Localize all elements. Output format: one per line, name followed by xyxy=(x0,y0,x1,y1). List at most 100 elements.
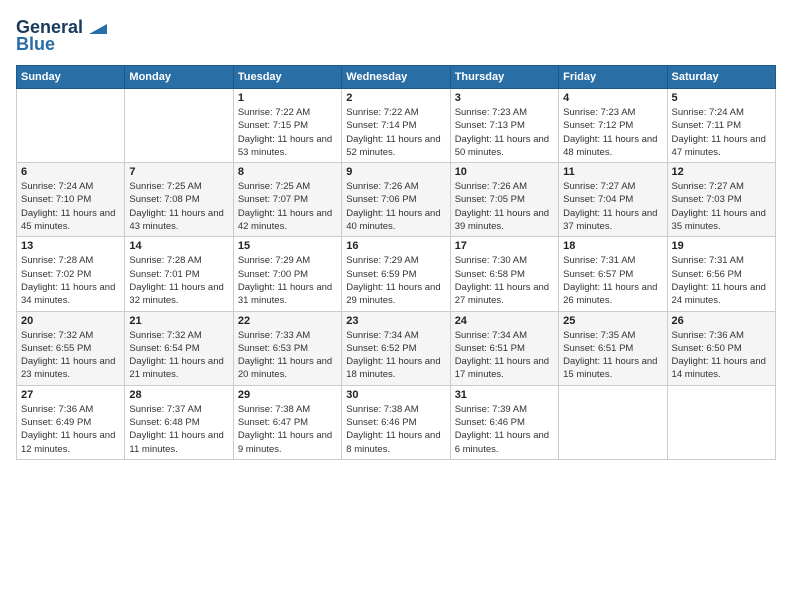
day-cell: 9Sunrise: 7:26 AM Sunset: 7:06 PM Daylig… xyxy=(342,163,450,237)
day-cell: 27 Sunrise: 7:36 AM Sunset: 6:49 PM Dayli… xyxy=(17,385,125,459)
day-number: 26 xyxy=(672,315,771,327)
day-number: 4 xyxy=(563,92,662,104)
day-cell: 17 Sunrise: 7:30 AM Sunset: 6:58 PM Dayli… xyxy=(450,237,558,311)
day-cell: 31Sunrise: 7:39 AM Sunset: 6:46 PM Dayli… xyxy=(450,385,558,459)
page: General Blue SundayMondayTuesdayWednesda… xyxy=(0,0,792,612)
day-cell xyxy=(17,89,125,163)
day-number: 1 xyxy=(238,92,337,104)
day-cell: 26 Sunrise: 7:36 AM Sunset: 6:50 PM Dayli… xyxy=(667,311,775,385)
day-info: Sunrise: 7:33 AM Sunset: 6:53 PM Dayligh… xyxy=(238,329,337,382)
day-cell: 7 Sunrise: 7:25 AM Sunset: 7:08 PM Daylig… xyxy=(125,163,233,237)
day-number: 5 xyxy=(672,92,771,104)
day-info: Sunrise: 7:30 AM Sunset: 6:58 PM Dayligh… xyxy=(455,254,554,307)
day-cell: 24 Sunrise: 7:34 AM Sunset: 6:51 PM Dayli… xyxy=(450,311,558,385)
day-info: Sunrise: 7:32 AM Sunset: 6:55 PM Dayligh… xyxy=(21,329,120,382)
day-number: 22 xyxy=(238,315,337,327)
day-cell: 19 Sunrise: 7:31 AM Sunset: 6:56 PM Dayli… xyxy=(667,237,775,311)
logo-icon xyxy=(85,16,107,38)
day-info: Sunrise: 7:34 AM Sunset: 6:52 PM Dayligh… xyxy=(346,329,445,382)
day-number: 24 xyxy=(455,315,554,327)
day-cell xyxy=(667,385,775,459)
day-info: Sunrise: 7:32 AM Sunset: 6:54 PM Dayligh… xyxy=(129,329,228,382)
day-number: 20 xyxy=(21,315,120,327)
day-info: Sunrise: 7:22 AM Sunset: 7:14 PM Dayligh… xyxy=(346,106,445,159)
day-number: 30 xyxy=(346,389,445,401)
day-number: 12 xyxy=(672,166,771,178)
day-cell xyxy=(125,89,233,163)
day-cell: 14Sunrise: 7:28 AM Sunset: 7:01 PM Dayli… xyxy=(125,237,233,311)
day-cell: 23Sunrise: 7:34 AM Sunset: 6:52 PM Dayli… xyxy=(342,311,450,385)
day-number: 15 xyxy=(238,240,337,252)
day-number: 11 xyxy=(563,166,662,178)
day-number: 10 xyxy=(455,166,554,178)
day-cell: 3 Sunrise: 7:23 AM Sunset: 7:13 PM Daylig… xyxy=(450,89,558,163)
day-info: Sunrise: 7:28 AM Sunset: 7:02 PM Dayligh… xyxy=(21,254,120,307)
day-number: 27 xyxy=(21,389,120,401)
day-info: Sunrise: 7:29 AM Sunset: 7:00 PM Dayligh… xyxy=(238,254,337,307)
day-cell: 16Sunrise: 7:29 AM Sunset: 6:59 PM Dayli… xyxy=(342,237,450,311)
day-info: Sunrise: 7:35 AM Sunset: 6:51 PM Dayligh… xyxy=(563,329,662,382)
day-cell: 29Sunrise: 7:38 AM Sunset: 6:47 PM Dayli… xyxy=(233,385,341,459)
day-header-saturday: Saturday xyxy=(667,66,775,89)
day-number: 2 xyxy=(346,92,445,104)
week-row-4: 20 Sunrise: 7:32 AM Sunset: 6:55 PM Dayli… xyxy=(17,311,776,385)
day-cell: 10 Sunrise: 7:26 AM Sunset: 7:05 PM Dayli… xyxy=(450,163,558,237)
day-cell: 18Sunrise: 7:31 AM Sunset: 6:57 PM Dayli… xyxy=(559,237,667,311)
week-row-2: 6 Sunrise: 7:24 AM Sunset: 7:10 PM Daylig… xyxy=(17,163,776,237)
day-cell: 5 Sunrise: 7:24 AM Sunset: 7:11 PM Daylig… xyxy=(667,89,775,163)
day-cell: 1 Sunrise: 7:22 AM Sunset: 7:15 PM Daylig… xyxy=(233,89,341,163)
day-header-thursday: Thursday xyxy=(450,66,558,89)
day-cell: 4 Sunrise: 7:23 AM Sunset: 7:12 PM Daylig… xyxy=(559,89,667,163)
week-row-3: 13 Sunrise: 7:28 AM Sunset: 7:02 PM Dayli… xyxy=(17,237,776,311)
day-cell xyxy=(559,385,667,459)
day-cell: 21Sunrise: 7:32 AM Sunset: 6:54 PM Dayli… xyxy=(125,311,233,385)
day-number: 13 xyxy=(21,240,120,252)
day-info: Sunrise: 7:34 AM Sunset: 6:51 PM Dayligh… xyxy=(455,329,554,382)
day-number: 14 xyxy=(129,240,228,252)
day-info: Sunrise: 7:25 AM Sunset: 7:08 PM Dayligh… xyxy=(129,180,228,233)
day-info: Sunrise: 7:23 AM Sunset: 7:13 PM Dayligh… xyxy=(455,106,554,159)
day-number: 3 xyxy=(455,92,554,104)
day-cell: 30 Sunrise: 7:38 AM Sunset: 6:46 PM Dayli… xyxy=(342,385,450,459)
day-header-tuesday: Tuesday xyxy=(233,66,341,89)
day-info: Sunrise: 7:36 AM Sunset: 6:50 PM Dayligh… xyxy=(672,329,771,382)
day-info: Sunrise: 7:39 AM Sunset: 6:46 PM Dayligh… xyxy=(455,403,554,456)
day-header-wednesday: Wednesday xyxy=(342,66,450,89)
day-info: Sunrise: 7:31 AM Sunset: 6:57 PM Dayligh… xyxy=(563,254,662,307)
day-header-monday: Monday xyxy=(125,66,233,89)
week-row-1: 1 Sunrise: 7:22 AM Sunset: 7:15 PM Daylig… xyxy=(17,89,776,163)
logo: General Blue xyxy=(16,16,107,55)
day-header-friday: Friday xyxy=(559,66,667,89)
day-number: 6 xyxy=(21,166,120,178)
day-cell: 20 Sunrise: 7:32 AM Sunset: 6:55 PM Dayli… xyxy=(17,311,125,385)
day-cell: 8 Sunrise: 7:25 AM Sunset: 7:07 PM Daylig… xyxy=(233,163,341,237)
day-info: Sunrise: 7:38 AM Sunset: 6:46 PM Dayligh… xyxy=(346,403,445,456)
day-cell: 2 Sunrise: 7:22 AM Sunset: 7:14 PM Daylig… xyxy=(342,89,450,163)
day-info: Sunrise: 7:27 AM Sunset: 7:03 PM Dayligh… xyxy=(672,180,771,233)
day-number: 9 xyxy=(346,166,445,178)
day-number: 17 xyxy=(455,240,554,252)
logo-blue: Blue xyxy=(16,34,55,55)
day-cell: 22 Sunrise: 7:33 AM Sunset: 6:53 PM Dayli… xyxy=(233,311,341,385)
day-number: 16 xyxy=(346,240,445,252)
day-cell: 15 Sunrise: 7:29 AM Sunset: 7:00 PM Dayli… xyxy=(233,237,341,311)
day-number: 19 xyxy=(672,240,771,252)
day-info: Sunrise: 7:23 AM Sunset: 7:12 PM Dayligh… xyxy=(563,106,662,159)
day-cell: 28Sunrise: 7:37 AM Sunset: 6:48 PM Dayli… xyxy=(125,385,233,459)
day-info: Sunrise: 7:25 AM Sunset: 7:07 PM Dayligh… xyxy=(238,180,337,233)
day-number: 7 xyxy=(129,166,228,178)
day-cell: 12 Sunrise: 7:27 AM Sunset: 7:03 PM Dayli… xyxy=(667,163,775,237)
day-info: Sunrise: 7:22 AM Sunset: 7:15 PM Dayligh… xyxy=(238,106,337,159)
day-info: Sunrise: 7:24 AM Sunset: 7:11 PM Dayligh… xyxy=(672,106,771,159)
day-info: Sunrise: 7:36 AM Sunset: 6:49 PM Dayligh… xyxy=(21,403,120,456)
day-header-sunday: Sunday xyxy=(17,66,125,89)
day-number: 29 xyxy=(238,389,337,401)
day-number: 8 xyxy=(238,166,337,178)
day-number: 28 xyxy=(129,389,228,401)
day-info: Sunrise: 7:26 AM Sunset: 7:05 PM Dayligh… xyxy=(455,180,554,233)
day-cell: 11Sunrise: 7:27 AM Sunset: 7:04 PM Dayli… xyxy=(559,163,667,237)
calendar-header: SundayMondayTuesdayWednesdayThursdayFrid… xyxy=(17,66,776,89)
day-info: Sunrise: 7:31 AM Sunset: 6:56 PM Dayligh… xyxy=(672,254,771,307)
calendar-body: 1 Sunrise: 7:22 AM Sunset: 7:15 PM Daylig… xyxy=(17,89,776,460)
day-info: Sunrise: 7:24 AM Sunset: 7:10 PM Dayligh… xyxy=(21,180,120,233)
